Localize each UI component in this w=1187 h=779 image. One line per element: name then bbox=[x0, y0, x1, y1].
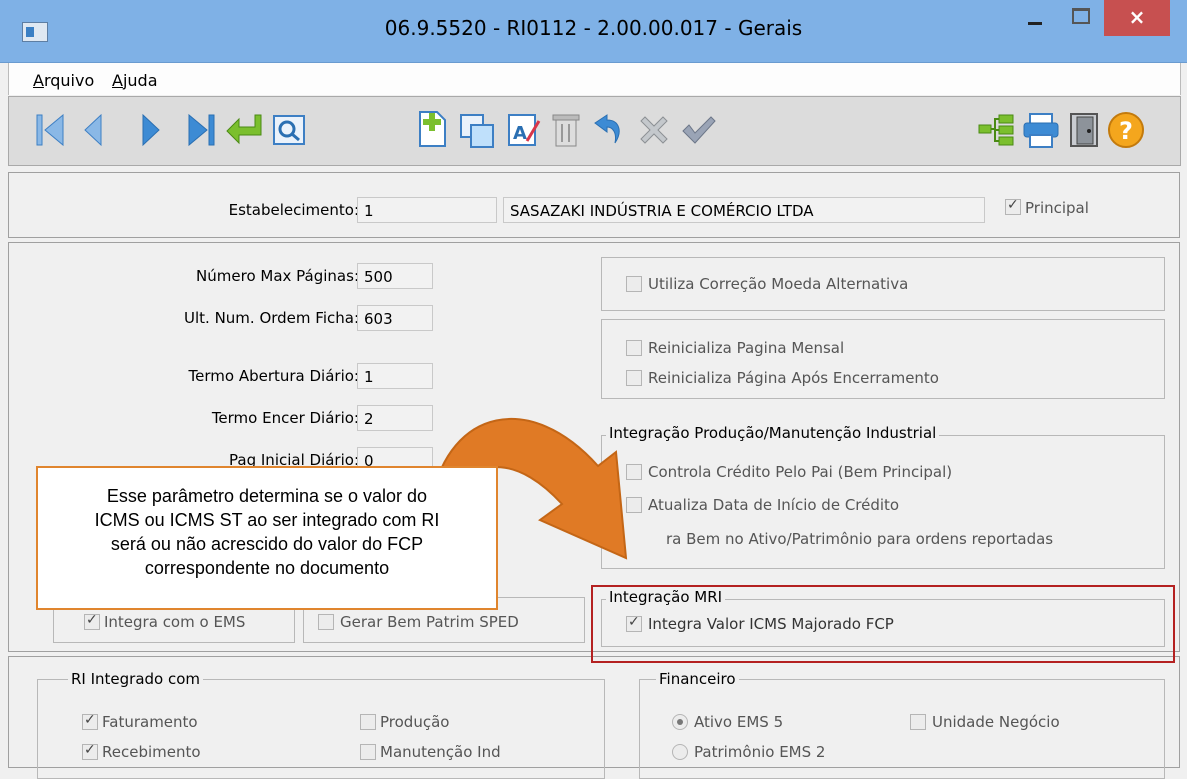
print-icon[interactable] bbox=[1021, 111, 1061, 149]
undo-icon[interactable] bbox=[589, 111, 627, 149]
mri-highlight-box bbox=[591, 585, 1175, 663]
svg-text:?: ? bbox=[1119, 117, 1133, 145]
max-pages-field[interactable]: 500 bbox=[357, 263, 433, 289]
principal-checkbox bbox=[1005, 197, 1021, 215]
correcao-moeda-label: Utiliza Correção Moeda Alternativa bbox=[648, 275, 909, 293]
ri-integrado-title: RI Integrado com bbox=[68, 670, 204, 688]
integra-ems-checkbox[interactable] bbox=[84, 612, 100, 630]
correcao-moeda-checkbox bbox=[626, 276, 642, 292]
recebimento-label: Recebimento bbox=[102, 743, 201, 761]
producao-label: Produção bbox=[380, 713, 450, 731]
integracao-producao-group: Integração Produção/Manutenção Industria… bbox=[601, 424, 1165, 569]
unidade-negocio-checkbox[interactable] bbox=[910, 714, 926, 730]
menu-bar: Arquivo Ajuda bbox=[8, 63, 1181, 95]
maximize-button[interactable] bbox=[1058, 0, 1102, 36]
previous-icon[interactable] bbox=[81, 111, 107, 149]
ativo-ems5-radio[interactable] bbox=[672, 714, 688, 730]
first-icon[interactable] bbox=[33, 111, 67, 149]
reinicializa-mensal-checkbox bbox=[626, 340, 642, 356]
reinicializa-encerramento-label: Reinicializa Página Após Encerramento bbox=[648, 369, 939, 387]
financeiro-group: Financeiro Ativo EMS 5 Unidade Negócio P… bbox=[639, 670, 1165, 779]
reinicializa-group: Reinicializa Pagina Mensal Reinicializa … bbox=[601, 319, 1165, 399]
correcao-moeda-group: Utiliza Correção Moeda Alternativa bbox=[601, 257, 1165, 311]
edit-icon[interactable]: A bbox=[505, 111, 541, 149]
estabelecimento-label: Estabelecimento: bbox=[228, 201, 359, 219]
confirm-icon[interactable] bbox=[679, 111, 719, 149]
integra-ems-label: Integra com o EMS bbox=[104, 613, 246, 631]
svg-text:A: A bbox=[513, 123, 527, 144]
recebimento-checkbox[interactable] bbox=[82, 742, 98, 760]
estabelecimento-name-field: SASAZAKI INDÚSTRIA E COMÉRCIO LTDA bbox=[503, 197, 985, 223]
manutencao-checkbox[interactable] bbox=[360, 744, 376, 760]
termo-encer-label: Termo Encer Diário: bbox=[211, 409, 359, 427]
termo-abertura-label: Termo Abertura Diário: bbox=[188, 367, 359, 385]
max-pages-label: Número Max Páginas: bbox=[196, 267, 359, 285]
delete-icon[interactable] bbox=[549, 111, 583, 149]
patrimonio-ems2-label: Patrimônio EMS 2 bbox=[694, 743, 826, 761]
tree-icon[interactable] bbox=[977, 111, 1017, 149]
ri-integrado-group: RI Integrado com Faturamento Produção Re… bbox=[37, 670, 605, 779]
toolbar: A ? bbox=[8, 96, 1181, 166]
exit-icon[interactable] bbox=[1067, 111, 1101, 149]
gerar-bem-checkbox[interactable] bbox=[318, 614, 334, 630]
manutencao-label: Manutenção Ind bbox=[380, 743, 501, 761]
controla-credito-label: Controla Crédito Pelo Pai (Bem Principal… bbox=[648, 463, 953, 481]
copy-icon[interactable] bbox=[457, 111, 497, 151]
financeiro-title: Financeiro bbox=[656, 670, 739, 688]
help-icon[interactable]: ? bbox=[1107, 111, 1147, 151]
callout-line-3: será ou não acrescido do valor do FCP bbox=[110, 534, 424, 554]
principal-label: Principal bbox=[1025, 199, 1089, 217]
cancel-icon[interactable] bbox=[635, 111, 673, 149]
window-title: 06.9.5520 - RI0112 - 2.00.00.017 - Gerai… bbox=[384, 16, 803, 40]
goto-icon[interactable] bbox=[225, 111, 265, 149]
faturamento-label: Faturamento bbox=[102, 713, 198, 731]
faturamento-checkbox[interactable] bbox=[82, 712, 98, 730]
callout-line-4: correspondente no documento bbox=[144, 558, 390, 578]
last-icon[interactable] bbox=[185, 111, 219, 149]
ult-num-field[interactable]: 603 bbox=[357, 305, 433, 331]
callout-note: Esse parâmetro determina se o valor do I… bbox=[36, 466, 498, 610]
integration-panel: RI Integrado com Faturamento Produção Re… bbox=[8, 656, 1180, 779]
menu-arquivo[interactable]: Arquivo bbox=[33, 71, 94, 90]
ativo-ems5-label: Ativo EMS 5 bbox=[694, 713, 784, 731]
gera-bem-label: ra Bem no Ativo/Patrimônio para ordens r… bbox=[666, 530, 1054, 548]
gerar-bem-label: Gerar Bem Patrim SPED bbox=[340, 613, 519, 631]
callout-line-2: ICMS ou ICMS ST ao ser integrado com RI bbox=[94, 510, 440, 530]
close-button[interactable]: × bbox=[1104, 0, 1170, 36]
menu-ajuda[interactable]: Ajuda bbox=[112, 71, 158, 90]
minimize-button[interactable] bbox=[1012, 0, 1056, 36]
estabelecimento-code-field[interactable]: 1 bbox=[357, 197, 497, 223]
ult-num-label: Ult. Num. Ordem Ficha: bbox=[184, 309, 359, 327]
unidade-negocio-label: Unidade Negócio bbox=[932, 713, 1060, 731]
patrimonio-ems2-radio[interactable] bbox=[672, 744, 688, 760]
search-icon[interactable] bbox=[271, 113, 307, 147]
next-icon[interactable] bbox=[139, 111, 165, 149]
reinicializa-mensal-label: Reinicializa Pagina Mensal bbox=[648, 339, 845, 357]
atualiza-data-label: Atualiza Data de Início de Crédito bbox=[648, 496, 900, 514]
callout-line-1: Esse parâmetro determina se o valor do bbox=[106, 486, 428, 506]
new-icon[interactable] bbox=[415, 109, 449, 149]
establishment-panel: Estabelecimento: 1 SASAZAKI INDÚSTRIA E … bbox=[8, 172, 1180, 238]
title-bar: 06.9.5520 - RI0112 - 2.00.00.017 - Gerai… bbox=[0, 0, 1187, 63]
producao-checkbox[interactable] bbox=[360, 714, 376, 730]
